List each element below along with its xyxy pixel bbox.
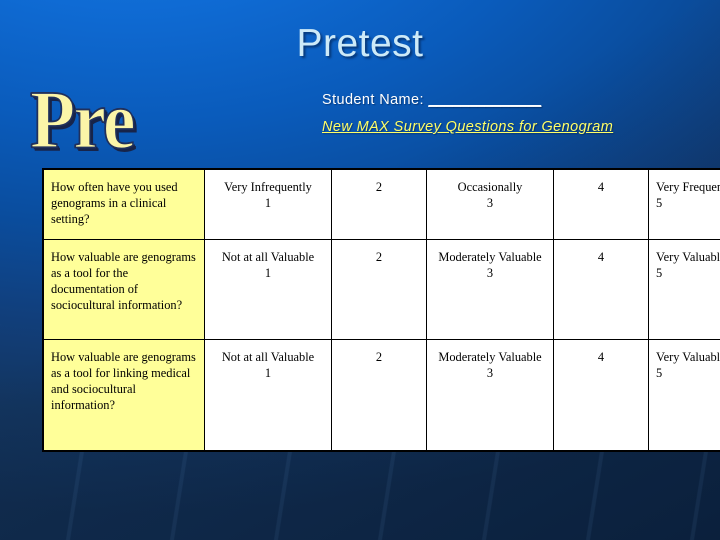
slide-title: Pretest <box>296 22 424 65</box>
table-row: How valuable are genograms as a tool for… <box>42 338 720 452</box>
scale-value-2-cell[interactable]: 2 <box>331 238 427 340</box>
scale-value-2-cell[interactable]: 2 <box>331 168 427 240</box>
scale-anchor-high-cell[interactable]: Very Frequently 5 <box>648 168 720 240</box>
anchor-low-label: Very Infrequently <box>224 180 312 194</box>
anchor-low-label: Not at all Valuable <box>221 249 315 264</box>
anchor-mid-label: Moderately Valuable <box>438 349 542 364</box>
anchor-high-value: 5 <box>656 365 663 380</box>
scale-value-2-cell[interactable]: 2 <box>331 338 427 452</box>
anchor-high-label: Very Valuable <box>656 249 720 264</box>
scale-anchor-mid-cell[interactable]: Occasionally 3 <box>426 168 554 240</box>
anchor-low-value: 1 <box>264 365 272 380</box>
anchor-mid-value: 3 <box>486 365 494 380</box>
scale-value-4-cell[interactable]: 4 <box>553 238 649 340</box>
scale-value-4-cell[interactable]: 4 <box>553 168 649 240</box>
anchor-low-label: Not at all Valuable <box>221 349 315 364</box>
scale-anchor-high-cell[interactable]: Very Valuable 5 <box>648 338 720 452</box>
scale-anchor-low-cell[interactable]: Not at all Valuable 1 <box>204 238 332 340</box>
anchor-high-label: Very Frequently <box>656 180 720 194</box>
scale-anchor-mid-cell[interactable]: Moderately Valuable 3 <box>426 238 554 340</box>
table-row: How valuable are genograms as a tool for… <box>42 238 720 340</box>
anchor-mid-label: Moderately Valuable <box>438 249 542 264</box>
wordart-decoration: Pre <box>29 74 136 167</box>
anchor-mid-label: Occasionally <box>457 180 523 194</box>
scale-anchor-mid-cell[interactable]: Moderately Valuable 3 <box>426 338 554 452</box>
table-row: How often have you used genograms in a c… <box>42 168 720 240</box>
student-name-label: Student Name: <box>322 92 424 108</box>
anchor-mid-value: 3 <box>486 265 494 280</box>
student-name-blank[interactable]: ______________ <box>428 92 541 108</box>
student-name-line: Student Name: ______________ <box>322 92 692 108</box>
anchor-high-label: Very Valuable <box>656 349 720 364</box>
scale-anchor-low-cell[interactable]: Not at all Valuable 1 <box>204 338 332 452</box>
header-block: Student Name: ______________ New MAX Sur… <box>322 92 692 135</box>
scale-anchor-high-cell[interactable]: Very Valuable 5 <box>648 238 720 340</box>
anchor-low-value: 1 <box>264 265 272 280</box>
survey-table: How often have you used genograms in a c… <box>42 168 720 452</box>
question-cell: How valuable are genograms as a tool for… <box>42 338 205 452</box>
anchor-low-value: 1 <box>264 196 272 211</box>
anchor-mid-value: 3 <box>486 196 494 211</box>
question-cell: How valuable are genograms as a tool for… <box>42 238 205 340</box>
survey-heading: New MAX Survey Questions for Genogram <box>322 119 614 135</box>
scale-anchor-low-cell[interactable]: Very Infrequently 1 <box>204 168 332 240</box>
slide-canvas: Pretest Pre Student Name: ______________… <box>0 0 720 540</box>
scale-value-4-cell[interactable]: 4 <box>553 338 649 452</box>
question-cell: How often have you used genograms in a c… <box>42 168 205 240</box>
anchor-high-value: 5 <box>656 265 663 280</box>
anchor-high-value: 5 <box>656 196 663 211</box>
